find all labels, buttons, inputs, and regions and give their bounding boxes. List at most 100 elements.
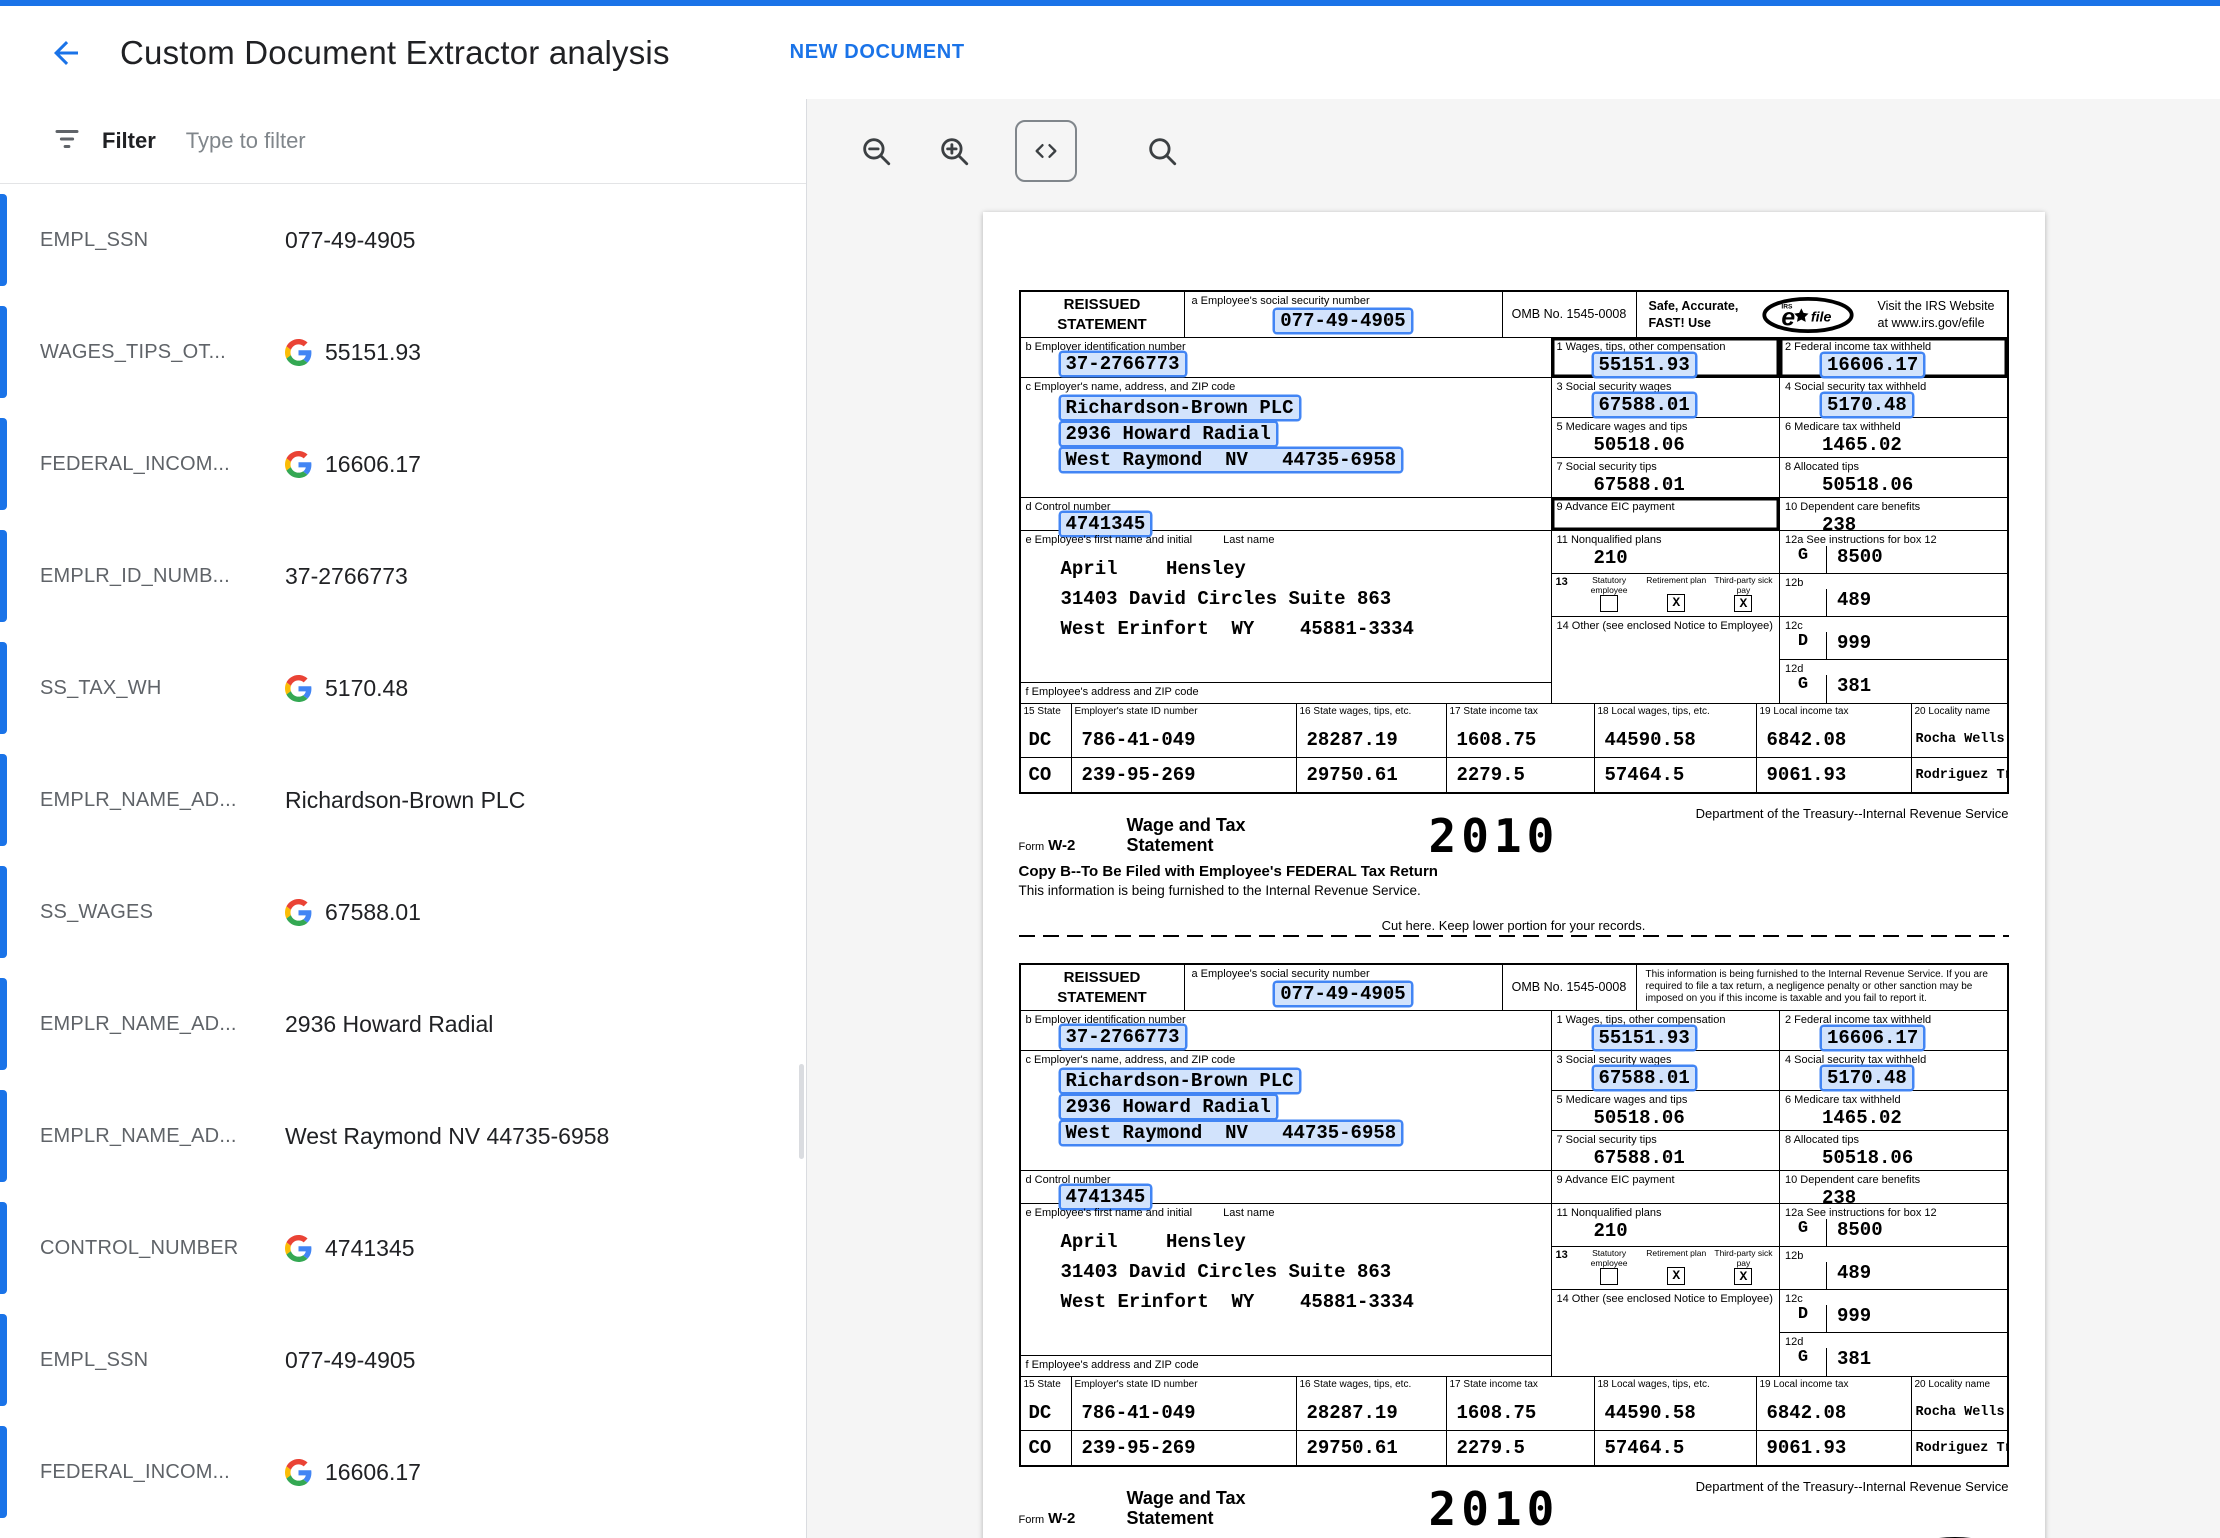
checkbox-label: Third-party sick pay xyxy=(1711,576,1775,595)
w2-box-13-checkboxes: 13 Statutory employee Retirement plan X … xyxy=(1552,1247,1780,1290)
field-value-wrap: 67588.01 xyxy=(285,899,421,926)
code-view-button[interactable] xyxy=(1015,120,1077,182)
employer-address-entity-highlight[interactable]: 2936 Howard Radial xyxy=(1061,1096,1276,1118)
field-row[interactable]: EMPLR_NAME_AD... 2936 Howard Radial xyxy=(0,968,806,1080)
field-value-wrap: 4741345 xyxy=(285,1235,415,1262)
w2-box-9-advance-eic: 9 Advance EIC payment xyxy=(1552,498,1780,531)
search-icon xyxy=(1145,134,1179,168)
ss-wages-entity-highlight[interactable]: 67588.01 xyxy=(1594,394,1695,416)
ssn-entity-highlight[interactable]: 077-49-4905 xyxy=(1275,310,1410,332)
footer-copy-row: Copy B--To Be Filed with Employee's FEDE… xyxy=(1019,863,2009,898)
box-12-row: 489 xyxy=(1780,589,2007,616)
field-accent-bar xyxy=(0,1426,7,1518)
ein-entity-highlight[interactable]: 37-2766773 xyxy=(1061,353,1185,375)
field-row[interactable]: CONTROL_NUMBER 4741345 xyxy=(0,1192,806,1304)
field-name: EMPLR_NAME_AD... xyxy=(40,1125,275,1148)
box-label: 12c xyxy=(1780,1290,2007,1305)
box-value: 37-2766773 xyxy=(1021,353,1551,375)
state-table-cell: Rodriguez Trail xyxy=(1911,757,2007,792)
w2-box-3-ss-wages: 3 Social security wages 67588.01 xyxy=(1552,1051,1780,1091)
new-document-button[interactable]: NEW DOCUMENT xyxy=(790,41,965,64)
box-label: 11 Nonqualified plans xyxy=(1552,531,1780,546)
box-value: 077-49-4905 xyxy=(1185,980,1502,1005)
federal-tax-entity-highlight[interactable]: 16606.17 xyxy=(1822,354,1923,376)
google-provenance-icon xyxy=(285,1459,312,1486)
field-row[interactable]: SS_WAGES 67588.01 xyxy=(0,856,806,968)
document-page: REISSUED STATEMENT a Employee's social s… xyxy=(983,212,2045,1538)
w2-footer: FormW-2 Wage and Tax Statement 2010 Depa… xyxy=(1019,1471,2009,1538)
box-e-employee-name: e Employee's first name and initial Last… xyxy=(1021,531,1551,683)
retirement-plan-group: Retirement plan X xyxy=(1643,576,1710,616)
field-row[interactable]: FEDERAL_INCOM... 16606.17 xyxy=(0,1416,806,1528)
box-value: 16606.17 xyxy=(1780,1027,2007,1049)
ss-wages-entity-highlight[interactable]: 67588.01 xyxy=(1594,1067,1695,1089)
zoom-in-icon xyxy=(937,134,971,168)
field-row[interactable]: EMPL_SSN 077-49-4905 xyxy=(0,1304,806,1416)
state-table-cell: 57464.5 xyxy=(1594,1430,1756,1465)
field-row[interactable]: EMPLR_NAME_AD... West Raymond NV 44735-6… xyxy=(0,1080,806,1192)
box-label: 12a See instructions for box 12 xyxy=(1780,1204,2007,1219)
box-12-amount: 489 xyxy=(1826,589,2007,616)
box-label: 3 Social security wages xyxy=(1552,1051,1780,1066)
ssn-entity-highlight[interactable]: 077-49-4905 xyxy=(1275,983,1410,1005)
reissued-statement: REISSUED STATEMENT xyxy=(1021,965,1184,1010)
box-label: 6 Medicare tax withheld xyxy=(1780,1091,2007,1106)
field-row[interactable]: EMPL_SSN 077-49-4905 xyxy=(0,184,806,296)
employer-name-entity-highlight[interactable]: Richardson-Brown PLC xyxy=(1061,397,1299,419)
field-name: FEDERAL_INCOM... xyxy=(40,1461,275,1484)
field-accent-bar xyxy=(0,418,7,510)
reissued-line: STATEMENT xyxy=(1057,988,1146,1008)
box-value: 37-2766773 xyxy=(1021,1026,1551,1048)
box-label: c Employer's name, address, and ZIP code xyxy=(1021,1051,1551,1066)
employer-address-entity-highlight[interactable]: West Raymond NV 44735-6958 xyxy=(1061,449,1402,471)
box-e-labels: e Employee's first name and initial Last… xyxy=(1021,531,1551,546)
ss-tax-entity-highlight[interactable]: 5170.48 xyxy=(1822,394,1912,416)
w2-block: REISSUED STATEMENT a Employee's social s… xyxy=(1019,963,2009,1538)
wages-entity-highlight[interactable]: 55151.93 xyxy=(1594,1027,1695,1049)
field-row[interactable]: WAGES_TIPS_OT... 55151.93 xyxy=(0,296,806,408)
w2-top-row: REISSUED STATEMENT a Employee's social s… xyxy=(1021,292,2007,338)
retirement-plan-checkbox: X xyxy=(1667,1267,1685,1285)
zoom-out-button[interactable] xyxy=(859,134,893,168)
field-row[interactable]: EMPLR_ID_NUMB... 37-2766773 xyxy=(0,520,806,632)
form-word: Form xyxy=(1019,1514,1045,1526)
field-row[interactable]: FEDERAL_INCOM... 16606.17 xyxy=(0,408,806,520)
employee-first-name: April xyxy=(1061,1231,1118,1253)
field-row[interactable]: EMPLR_NAME_AD... Richardson-Brown PLC xyxy=(0,744,806,856)
field-value: West Raymond NV 44735-6958 xyxy=(285,1123,609,1150)
employee-name: April Hensley xyxy=(1021,558,1551,580)
field-accent-bar xyxy=(0,866,7,958)
main-layout: Filter EMPL_SSN 077-49-4905 WAGES_TIPS_O… xyxy=(0,99,2220,1538)
box-12-amount: 8500 xyxy=(1826,546,2007,573)
filter-input[interactable] xyxy=(186,128,776,154)
safe-accurate-text: Safe, Accurate, FAST! Use xyxy=(1649,298,1739,331)
box-label: 4 Social security tax withheld xyxy=(1780,378,2007,393)
employer-address-entity-highlight[interactable]: West Raymond NV 44735-6958 xyxy=(1061,1122,1402,1144)
search-button[interactable] xyxy=(1145,134,1179,168)
state-table-header: 19 Local income tax xyxy=(1756,704,1911,722)
box-value: 50518.06 xyxy=(1552,1107,1780,1129)
w2-box-12c: 12c D 999 xyxy=(1779,617,2007,660)
box-value: 67588.01 xyxy=(1552,1147,1780,1169)
employer-name-entity-highlight[interactable]: Richardson-Brown PLC xyxy=(1061,1070,1299,1092)
w2-box-10-dependent-care: 10 Dependent care benefits 238 xyxy=(1779,1171,2007,1204)
omb-number: OMB No. 1545-0008 xyxy=(1502,965,1636,1010)
box-12-code: D xyxy=(1780,632,1826,651)
employer-address-entity-highlight[interactable]: 2936 Howard Radial xyxy=(1061,423,1276,445)
filter-bar: Filter xyxy=(0,99,806,184)
box-c-employer-name-address: c Employer's name, address, and ZIP code… xyxy=(1021,378,1551,498)
field-row[interactable]: SS_TAX_WH 5170.48 xyxy=(0,632,806,744)
ss-tax-entity-highlight[interactable]: 5170.48 xyxy=(1822,1067,1912,1089)
federal-tax-entity-highlight[interactable]: 16606.17 xyxy=(1822,1027,1923,1049)
scrollbar-thumb[interactable] xyxy=(799,1064,804,1159)
state-table-header: 15 State xyxy=(1021,704,1071,722)
ein-entity-highlight[interactable]: 37-2766773 xyxy=(1061,1026,1185,1048)
back-button[interactable] xyxy=(40,27,92,79)
state-table-cell: 44590.58 xyxy=(1594,1395,1756,1430)
zoom-in-button[interactable] xyxy=(937,134,971,168)
box-label: 5 Medicare wages and tips xyxy=(1552,418,1780,433)
wages-entity-highlight[interactable]: 55151.93 xyxy=(1594,354,1695,376)
box-12-code: G xyxy=(1780,1219,1826,1238)
w2-box-12a: 12a See instructions for box 12 G 8500 xyxy=(1779,531,2007,574)
employee-first-name: April xyxy=(1061,558,1118,580)
